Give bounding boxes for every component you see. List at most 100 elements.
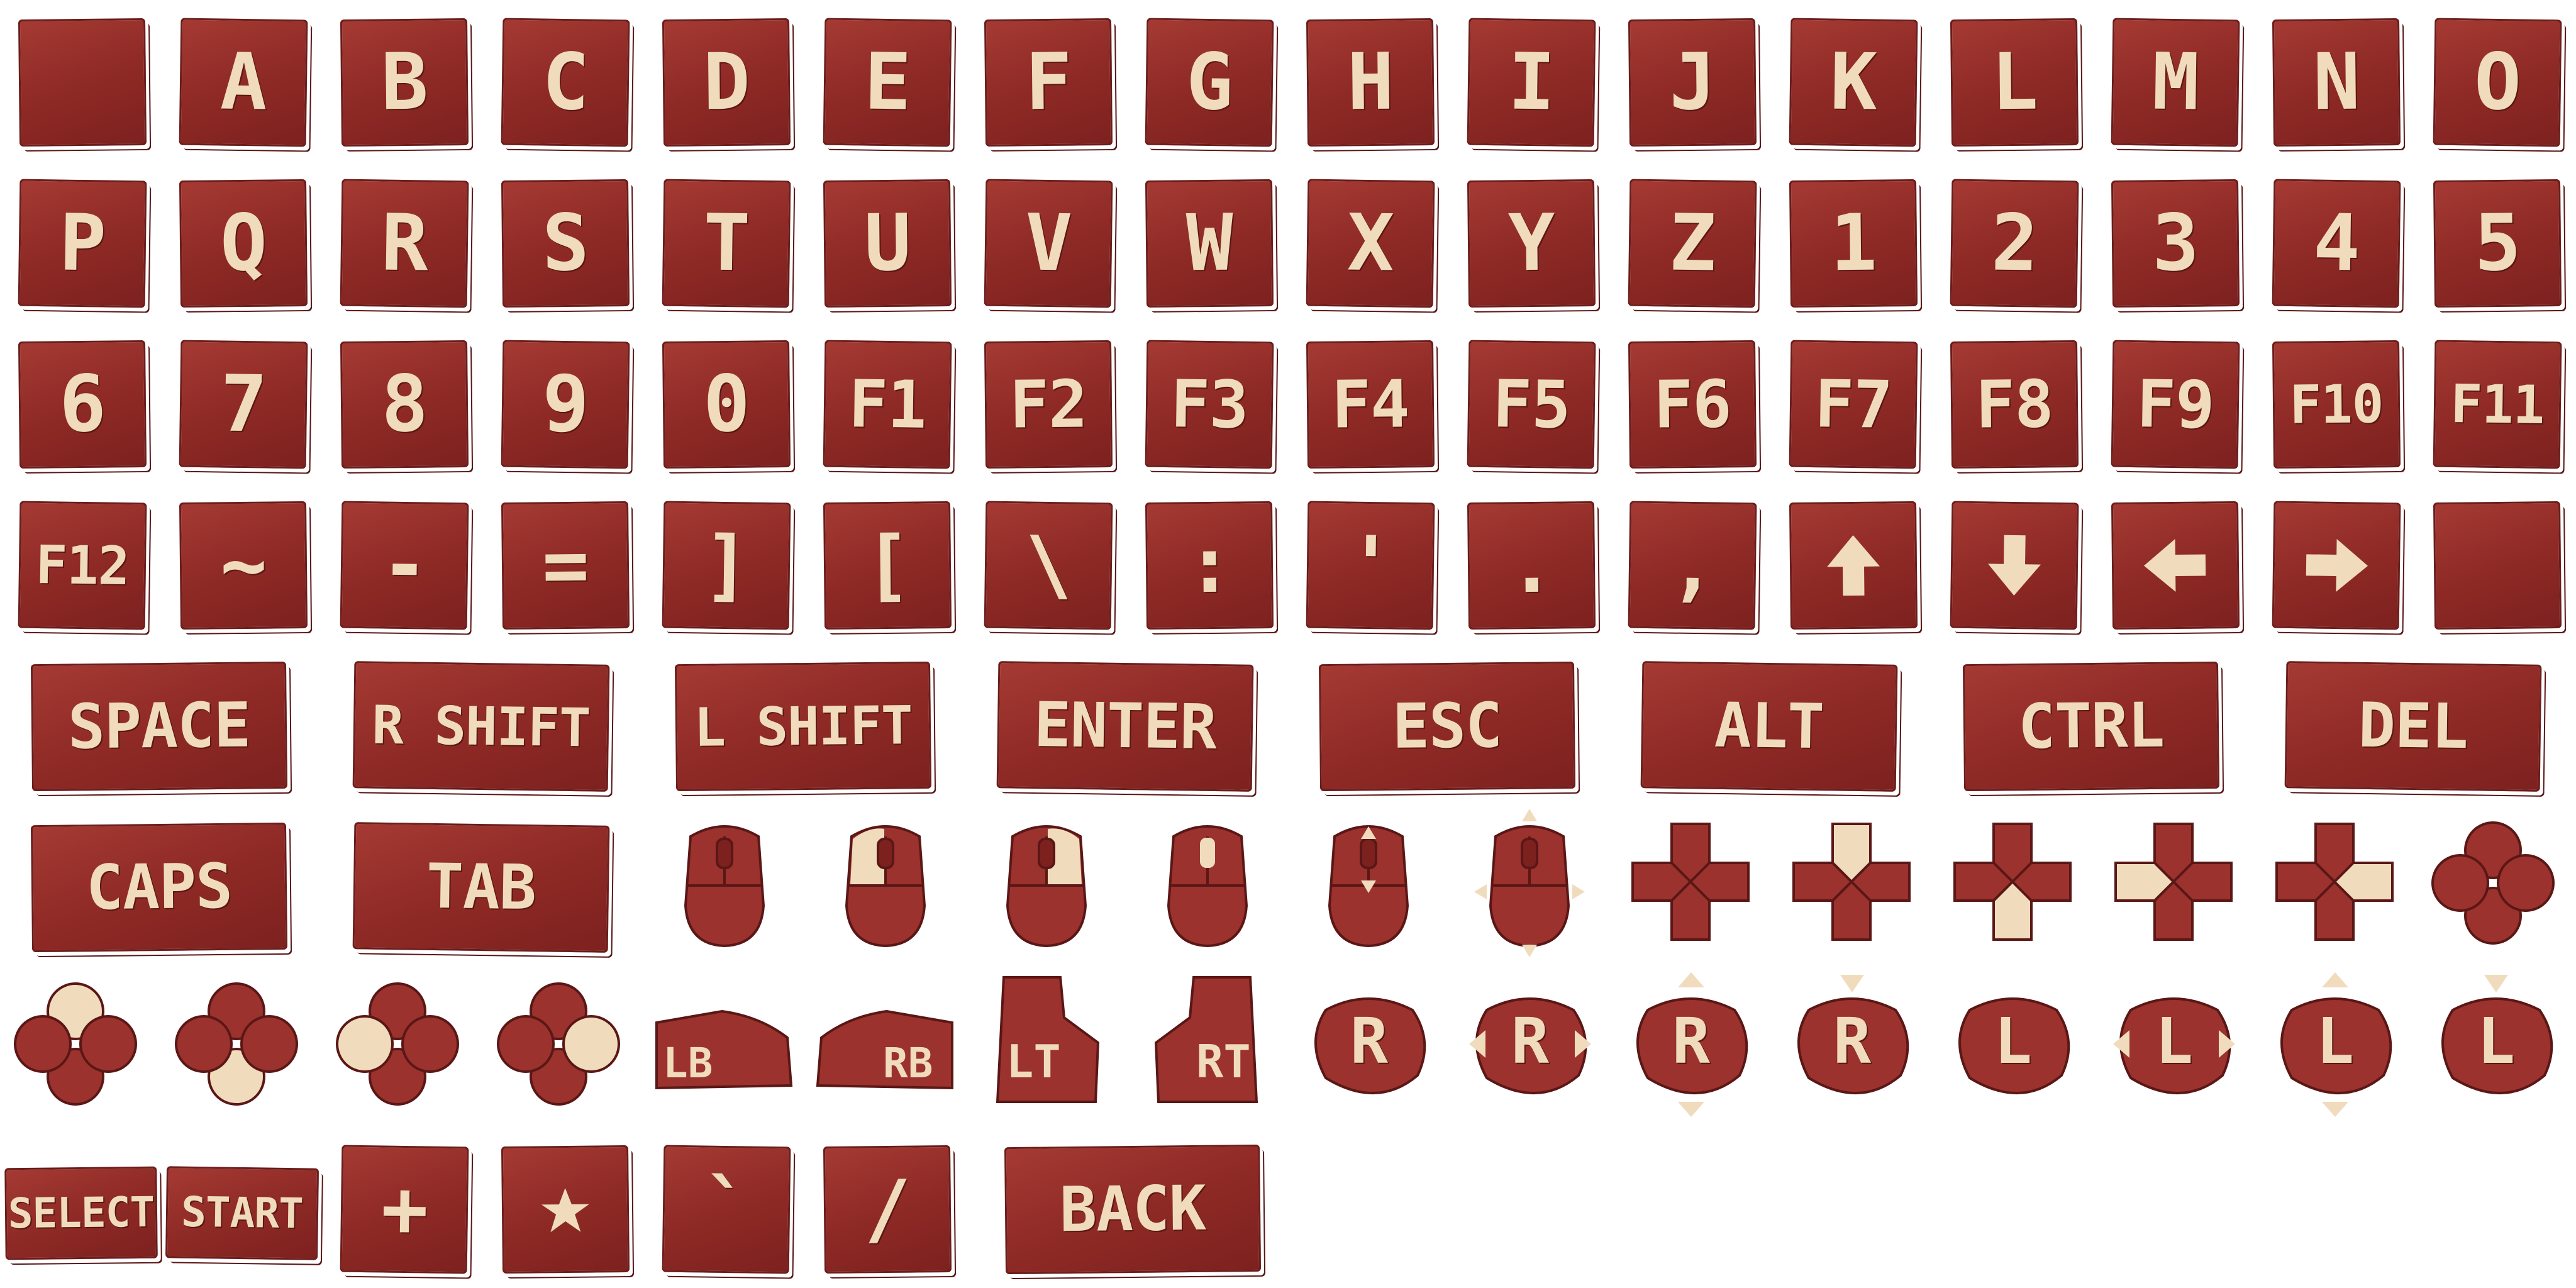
key-tile-apostrophe: ' — [1306, 501, 1435, 630]
key-label: : — [1185, 519, 1233, 611]
key-tile-colon: : — [1145, 501, 1274, 630]
key-label: R — [380, 197, 428, 289]
trigger-label: RT — [1196, 1035, 1251, 1088]
dpad-icon — [1628, 819, 1753, 945]
stick-label: L — [2316, 1004, 2355, 1078]
bumper-rb-icon: RB — [814, 1009, 956, 1092]
key-label: X — [1346, 197, 1394, 289]
key-label: SELECT — [8, 1187, 155, 1238]
key-tile-slash: / — [823, 1145, 952, 1274]
key-tile-q: Q — [179, 179, 308, 308]
key-tile-l: L — [1950, 18, 2079, 147]
key-label: [ — [863, 519, 911, 611]
stick-label: L — [2155, 1004, 2194, 1078]
key-label: 8 — [380, 358, 428, 450]
blank-key-tile — [18, 18, 147, 147]
key-tile-f8: F8 — [1950, 340, 2079, 469]
key-tile-i: I — [1467, 18, 1596, 147]
trigger-label: LT — [1006, 1035, 1061, 1088]
key-label: + — [380, 1163, 428, 1255]
key-tile-f4: F4 — [1306, 340, 1435, 469]
trigger-rt-icon: RT — [1152, 974, 1263, 1106]
key-tile-star — [501, 1145, 630, 1274]
key-tile-space: SPACE — [30, 661, 288, 792]
key-label: F6 — [1653, 365, 1732, 443]
key-tile-2: 2 — [1950, 179, 2079, 308]
key-label: F5 — [1492, 365, 1571, 443]
stick-right-press-icon: R — [1790, 975, 1914, 1107]
key-tile-f1: F1 — [823, 340, 952, 469]
key-label: Q — [219, 197, 267, 289]
stick-right-horizontal-icon: R — [1468, 981, 1592, 1107]
stick-right-icon: R — [1307, 981, 1431, 1107]
key-label: CAPS — [86, 850, 233, 924]
key-label: V — [1024, 197, 1072, 289]
key-tile-u: U — [823, 179, 952, 308]
key-label: F9 — [2136, 365, 2215, 443]
key-tile-f6: F6 — [1628, 340, 1757, 469]
key-label: - — [380, 519, 428, 611]
key-tile-d: D — [662, 18, 791, 147]
stick-left-press-icon: L — [2434, 975, 2558, 1107]
key-label: F10 — [2289, 373, 2384, 436]
key-tile-ctrl: CTRL — [1962, 661, 2220, 792]
key-tile-1: 1 — [1789, 179, 1918, 308]
key-tile-left-bracket: [ — [823, 501, 952, 630]
key-tile-plus: + — [340, 1145, 469, 1274]
key-tile-f9: F9 — [2111, 340, 2240, 469]
dpad-up-icon — [1789, 819, 1914, 945]
key-tile-comma: , — [1628, 501, 1757, 630]
key-tile-9: 9 — [501, 340, 630, 469]
key-label: F3 — [1170, 365, 1249, 443]
key-tile-a: A — [179, 18, 308, 147]
key-label: F2 — [1009, 365, 1088, 443]
key-label: E — [863, 36, 911, 128]
key-tile-7: 7 — [179, 340, 308, 469]
key-tile-del: DEL — [2284, 661, 2542, 792]
arrow-right-icon — [2306, 539, 2368, 592]
key-label: ` — [702, 1163, 750, 1255]
key-label: ALT — [1714, 689, 1824, 763]
key-tile-start: START — [165, 1166, 319, 1260]
key-label: DEL — [2358, 689, 2468, 763]
key-label: G — [1185, 36, 1233, 128]
key-label: = — [541, 519, 589, 611]
bumper-label: RB — [883, 1039, 933, 1087]
key-label: C — [541, 36, 589, 128]
mouse-scroll-icon — [1307, 811, 1430, 950]
key-label: START — [180, 1187, 304, 1238]
stick-left-horizontal-icon: L — [2112, 981, 2236, 1107]
key-label: ' — [1346, 519, 1394, 611]
key-label: 2 — [1990, 197, 2038, 289]
key-tile-backtick: ` — [662, 1145, 791, 1274]
key-label: N — [2312, 36, 2360, 128]
key-label: ENTER — [1033, 689, 1217, 764]
arrow-up-icon — [1827, 535, 1880, 596]
key-label: . — [1507, 519, 1555, 611]
key-label: U — [863, 197, 911, 289]
key-label: F8 — [1975, 365, 2054, 443]
key-label: F7 — [1814, 365, 1893, 443]
key-tile-minus: - — [340, 501, 469, 630]
key-tile-y: Y — [1467, 179, 1596, 308]
mouse-icon — [663, 811, 786, 950]
key-label: Z — [1668, 197, 1716, 289]
key-label: 0 — [702, 358, 750, 450]
mouse-move-icon — [1468, 809, 1591, 957]
bumper-lb-icon: LB — [653, 1009, 795, 1092]
key-label: J — [1668, 36, 1716, 128]
key-tile-g: G — [1145, 18, 1274, 147]
key-label: 1 — [1829, 197, 1877, 289]
key-label: T — [702, 197, 750, 289]
face-button-top-icon — [13, 981, 145, 1113]
key-label: D — [702, 36, 750, 128]
key-tile-h: H — [1306, 18, 1435, 147]
key-tile-backslash: \ — [984, 501, 1113, 630]
trigger-lt-icon: LT — [991, 974, 1102, 1106]
key-tile-0: 0 — [662, 340, 791, 469]
key-label: 6 — [58, 358, 106, 450]
key-tile-r: R — [340, 179, 469, 308]
key-tile-f2: F2 — [984, 340, 1113, 469]
key-label: L — [1990, 36, 2038, 128]
key-label: W — [1185, 197, 1233, 289]
